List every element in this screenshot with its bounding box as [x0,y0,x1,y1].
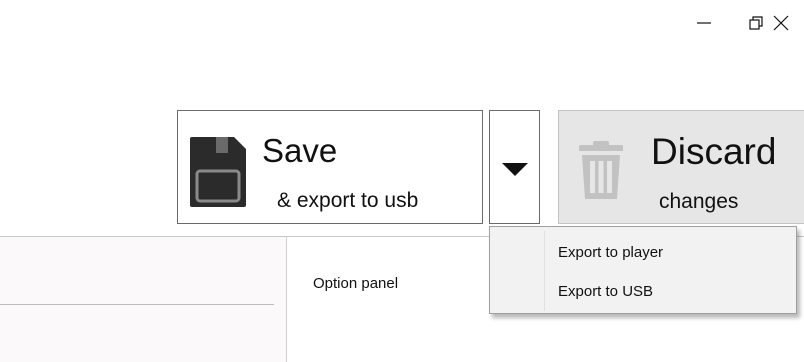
export-context-menu: Export to player Export to USB [489,226,797,314]
discard-button-subtitle: changes [659,190,739,213]
discard-changes-button[interactable]: Discard changes [558,110,804,224]
menu-item-label: Export to USB [558,283,654,300]
close-icon [773,15,789,31]
discard-button-title: Discard [651,131,777,172]
menu-item-export-to-player[interactable]: Export to player [491,238,795,268]
minimize-button[interactable] [681,0,727,46]
chevron-down-icon [502,163,528,176]
menu-item-export-to-usb[interactable]: Export to USB [491,277,795,307]
floppy-disk-icon [190,137,246,207]
minimize-icon [697,22,711,24]
export-options-dropdown-button[interactable] [489,110,540,224]
panel-separator[interactable] [286,237,287,362]
left-panel [0,237,286,362]
left-panel-divider [0,304,274,305]
trash-icon [579,141,623,199]
save-button-subtitle: & export to usb [277,189,419,212]
close-button[interactable] [758,0,804,46]
menu-item-label: Export to player [558,244,664,261]
option-panel-title: Option panel [313,275,399,292]
save-export-button[interactable]: Save & export to usb [177,110,483,224]
save-button-title: Save [262,132,338,169]
